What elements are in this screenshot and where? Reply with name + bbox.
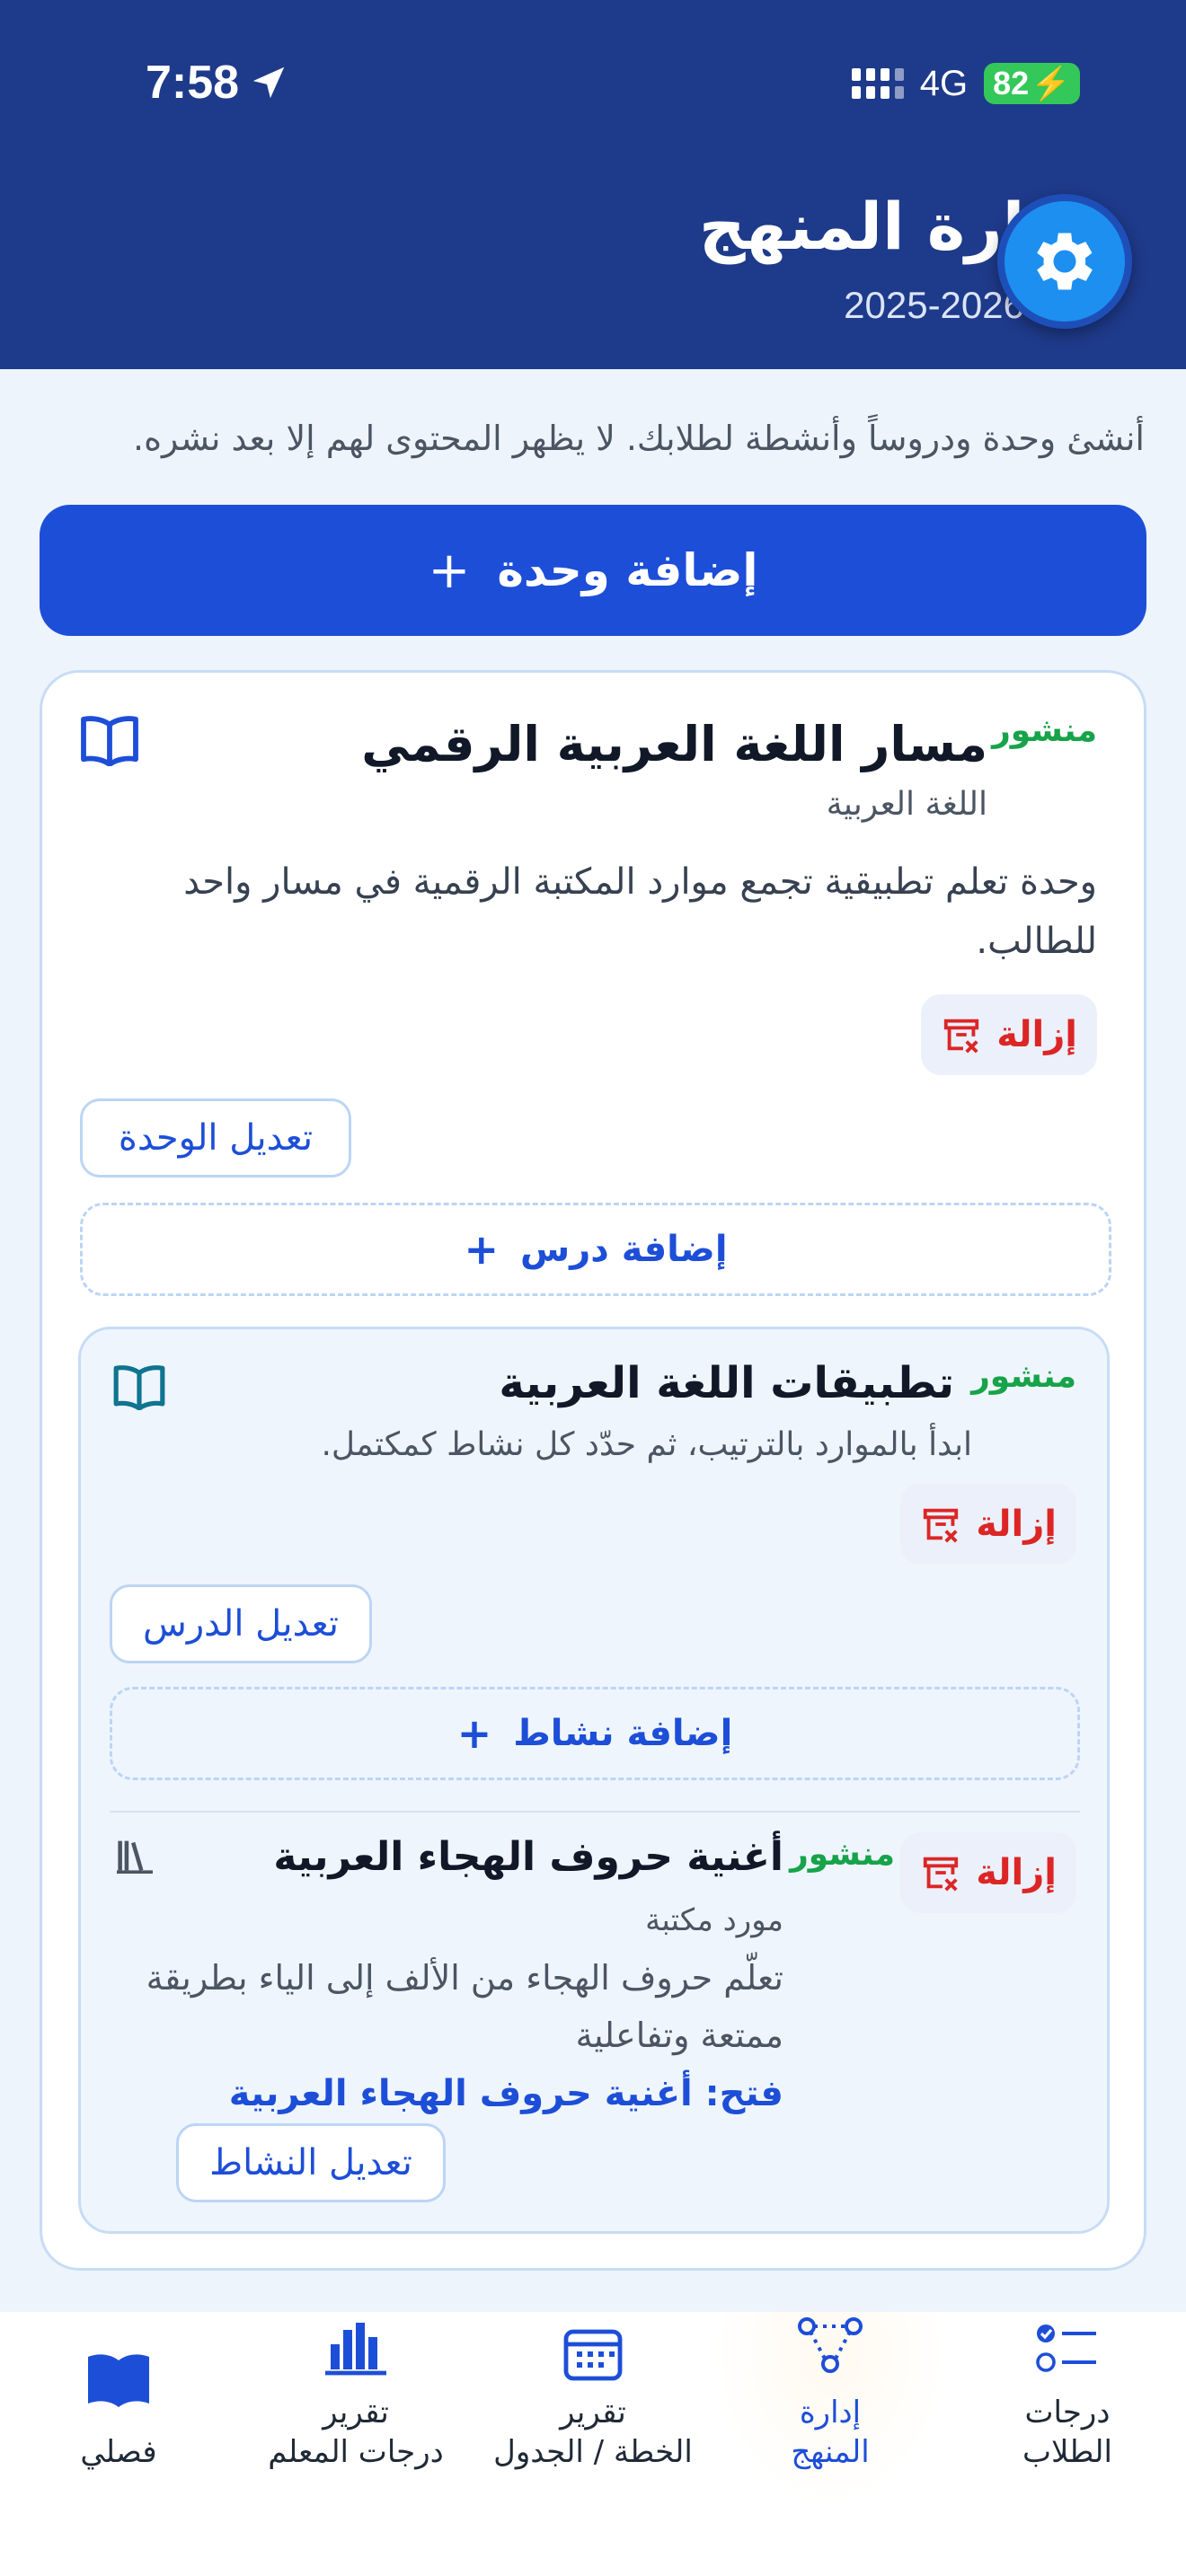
add-activity-button[interactable]: إضافة نشاط +: [110, 1687, 1080, 1780]
add-activity-label: إضافة نشاط: [513, 1713, 733, 1754]
plus-icon: +: [464, 1225, 500, 1274]
nav-item-teacher-grades-report[interactable]: تقرير درجات المعلم: [237, 2312, 474, 2510]
add-lesson-label: إضافة درس: [520, 1229, 728, 1270]
lesson-description: ابدأ بالموارد بالترتيب، ثم حدّد كل نشاط …: [321, 1426, 972, 1463]
calendar-icon: [563, 2329, 623, 2381]
battery-icon: 82 ⚡: [984, 63, 1080, 104]
add-lesson-button[interactable]: إضافة درس +: [80, 1203, 1111, 1296]
unit-description: وحدة تعلم تطبيقية تجمع موارد المكتبة الر…: [183, 861, 1097, 962]
unit-title: مسار اللغة العربية الرقمي: [361, 716, 987, 772]
signal-icon: [851, 68, 904, 99]
book-open-icon: [113, 1365, 165, 1410]
activity-type: مورد مكتبة: [645, 1902, 783, 1938]
nav-item-curriculum[interactable]: إدارة المنهج: [712, 2312, 949, 2510]
activity-description: تعلّم حروف الهجاء من الألف إلى الياء بطر…: [146, 1958, 783, 2055]
activity-status-badge: منشور: [790, 1836, 895, 1873]
remove-label: إزالة: [976, 1852, 1057, 1893]
settings-button[interactable]: [997, 194, 1132, 329]
remove-unit-button[interactable]: إزالة: [921, 994, 1097, 1075]
gear-icon: [1037, 233, 1093, 290]
lesson-status-badge: منشور: [971, 1358, 1076, 1395]
plus-icon: +: [428, 541, 471, 600]
remove-label: إزالة: [996, 1014, 1077, 1055]
hierarchy-icon: [798, 2317, 863, 2373]
intro-text: أنشئ وحدة ودروساً وأنشطة لطلابك. لا يظهر…: [133, 419, 1145, 458]
nav-label: الطلاب: [1022, 2434, 1112, 2470]
nav-label: تقرير: [560, 2395, 626, 2430]
edit-lesson-button[interactable]: تعديل الدرس: [110, 1584, 372, 1663]
nav-label: إدارة: [799, 2395, 862, 2430]
edit-activity-label: تعديل النشاط: [209, 2142, 412, 2183]
edit-lesson-label: تعديل الدرس: [143, 1603, 340, 1645]
status-time: 7:58: [146, 56, 289, 110]
nav-label: تقرير: [323, 2395, 389, 2430]
divider: [110, 1811, 1080, 1813]
add-unit-label: إضافة وحدة: [497, 544, 758, 596]
academic-year: 2025-2026: [844, 284, 1024, 326]
unit-card: منشور مسار اللغة العربية الرقمي اللغة ال…: [40, 670, 1146, 2271]
location-arrow-icon: [252, 66, 285, 99]
open-activity-link[interactable]: فتح: أغنية حروف الهجاء العربية: [229, 2073, 783, 2114]
unit-subject: اللغة العربية: [826, 786, 987, 823]
nav-item-student-grades[interactable]: درجات الطلاب: [949, 2312, 1186, 2510]
nav-label: درجات المعلم: [268, 2434, 444, 2470]
library-icon: [117, 1840, 153, 1874]
nav-item-my-class[interactable]: فصلي: [0, 2312, 237, 2510]
open-book-icon: [81, 716, 138, 766]
nav-item-plan-report[interactable]: تقرير الخطة / الجدول: [474, 2312, 712, 2510]
open-book-icon: [88, 2354, 149, 2407]
remove-box-icon: [944, 1019, 979, 1054]
lesson-card: منشور تطبيقات اللغة العربية ابدأ بالموار…: [78, 1327, 1110, 2234]
unit-status-badge: منشور: [992, 712, 1097, 749]
remove-label: إزالة: [976, 1504, 1057, 1545]
remove-box-icon: [924, 1508, 959, 1543]
nav-label: درجات: [1024, 2395, 1111, 2430]
lesson-title: تطبيقات اللغة العربية: [499, 1358, 954, 1408]
edit-unit-label: تعديل الوحدة: [118, 1117, 314, 1159]
remove-lesson-button[interactable]: إزالة: [900, 1484, 1076, 1565]
battery-level: 82: [993, 65, 1030, 101]
edit-unit-button[interactable]: تعديل الوحدة: [80, 1098, 351, 1178]
nav-label: الخطة / الجدول: [493, 2434, 693, 2470]
plus-icon: +: [456, 1709, 492, 1758]
checklist-icon: [1036, 2325, 1096, 2372]
activity-title: أغنية حروف الهجاء العربية: [273, 1834, 783, 1880]
add-unit-button[interactable]: إضافة وحدة +: [40, 505, 1146, 636]
remove-activity-button[interactable]: إزالة: [900, 1832, 1076, 1913]
remove-box-icon: [924, 1857, 959, 1892]
status-indicators: 4G 82 ⚡: [851, 63, 1080, 104]
bar-chart-icon: [325, 2323, 386, 2376]
nav-label: المنهج: [791, 2434, 870, 2470]
clock-text: 7:58: [146, 57, 240, 109]
network-type: 4G: [919, 63, 969, 103]
bottom-nav: درجات الطلاب إدارة المنهج تقرير الخطة / …: [0, 2312, 1186, 2576]
app-header: 7:58 4G 82 ⚡ إدارة المنهج 2025-2026: [0, 0, 1186, 369]
nav-label: فصلي: [80, 2434, 157, 2470]
edit-activity-button[interactable]: تعديل النشاط: [176, 2123, 446, 2202]
